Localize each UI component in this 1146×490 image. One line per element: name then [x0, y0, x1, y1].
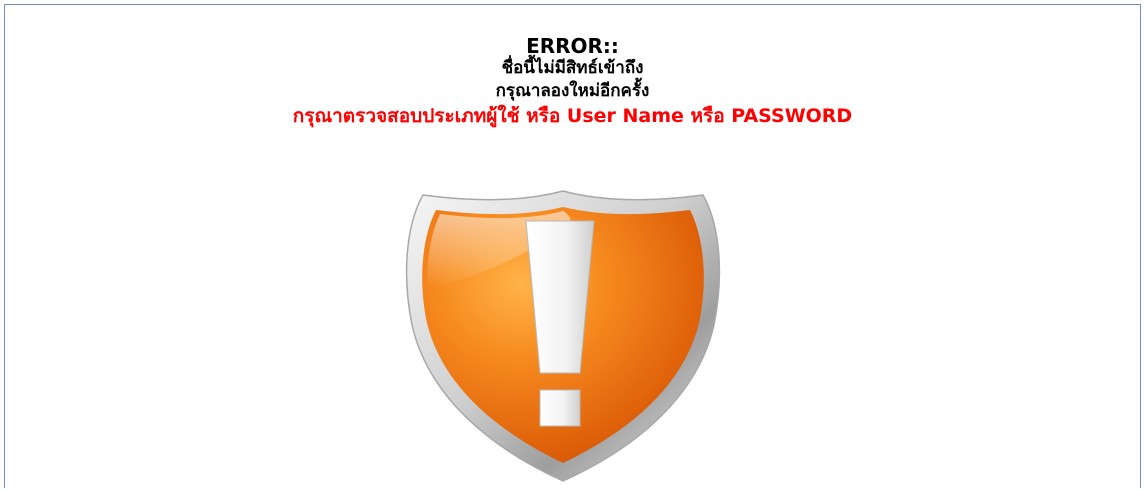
error-panel: ERROR:: ชื่อนี้ไม่มีสิทธ์เข้าถึง กรุณาลอ… [4, 4, 1141, 488]
error-title: ERROR:: [526, 34, 619, 58]
retry-text: กรุณาลองใหม่อีกครั้ง [495, 81, 650, 101]
no-access-text: ชื่อนี้ไม่มีสิทธ์เข้าถึง [501, 58, 644, 78]
warning-shield-icon [398, 185, 728, 485]
credentials-hint-text: กรุณาตรวจสอบประเภทผู้ใช้ หรือ User Name … [292, 105, 853, 127]
error-message: ERROR:: ชื่อนี้ไม่มีสิทธ์เข้าถึง กรุณาลอ… [5, 35, 1140, 129]
